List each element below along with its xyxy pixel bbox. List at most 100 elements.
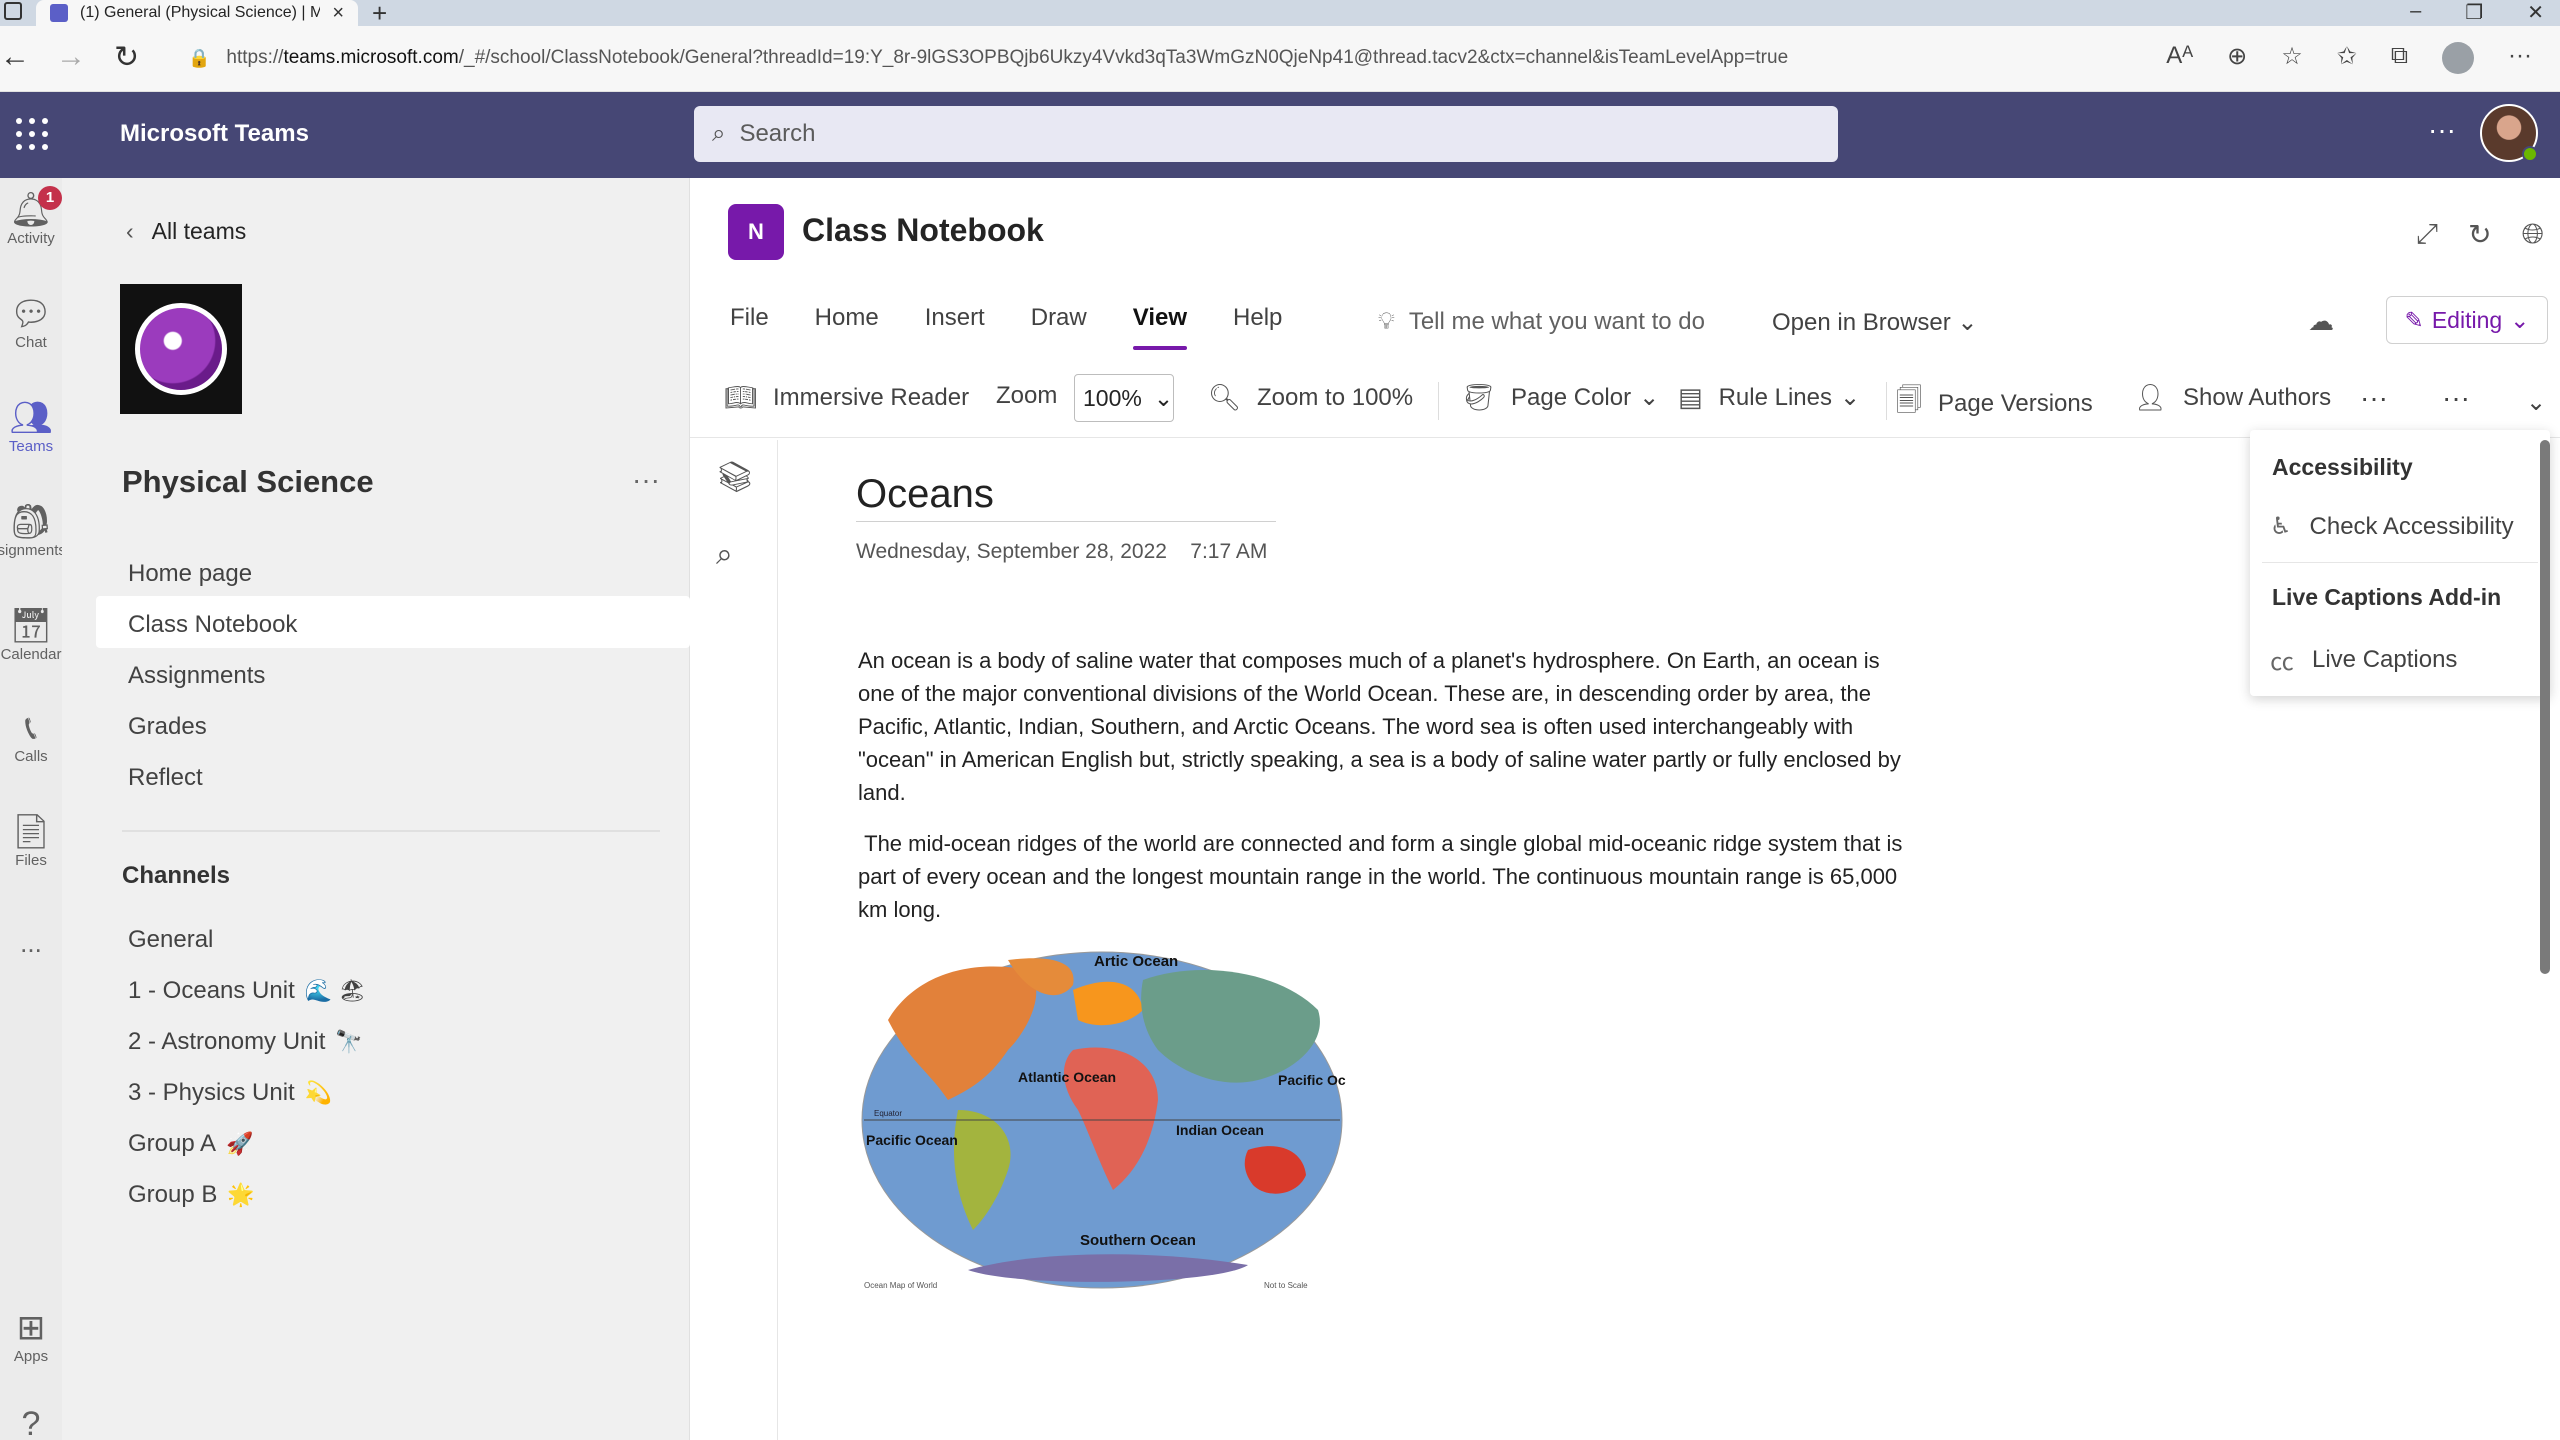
- add-favorite-icon[interactable]: ☆: [2281, 42, 2303, 74]
- rail-item-calls[interactable]: 📞︎ Calls: [0, 708, 62, 765]
- chat-icon: 💬︎: [9, 295, 53, 333]
- rail-more-apps[interactable]: ...: [0, 928, 62, 959]
- app-name: Microsoft Teams: [120, 120, 309, 147]
- window-menu-icon[interactable]: [4, 2, 22, 20]
- chevron-left-icon: ‹: [126, 218, 134, 244]
- page-search-icon[interactable]: ⌕: [716, 538, 733, 572]
- rule-lines-button[interactable]: ▤ Rule Lines ⌄: [1678, 382, 1860, 413]
- team-more-options-icon[interactable]: ···: [632, 464, 660, 496]
- restore-icon[interactable]: ❐: [2465, 0, 2483, 25]
- tell-me-search[interactable]: 💡︎ Tell me what you want to do: [1378, 308, 1705, 336]
- settings-more-icon[interactable]: ···: [2428, 114, 2456, 146]
- tab-help[interactable]: Help: [1233, 304, 1282, 344]
- reload-icon[interactable]: ↻: [114, 40, 139, 75]
- teams-favicon-icon: [50, 4, 68, 22]
- help-button[interactable]: ?: [0, 1404, 62, 1440]
- immersive-reader-button[interactable]: 📖︎ Immersive Reader: [724, 382, 969, 413]
- page-scrollbar[interactable]: [2540, 440, 2550, 974]
- more-commands-icon[interactable]: ···: [2360, 382, 2388, 414]
- channel-name: 2 - Astronomy Unit: [128, 1028, 326, 1055]
- channel-physics-unit[interactable]: 3 - Physics Unit 💫: [128, 1079, 332, 1107]
- nav-grades[interactable]: Grades: [128, 713, 207, 741]
- channel-general[interactable]: General: [128, 926, 213, 954]
- zoom-icon[interactable]: ⊕: [2227, 42, 2247, 74]
- tab-home[interactable]: Home: [815, 304, 879, 344]
- new-tab-button[interactable]: +: [372, 0, 387, 29]
- browser-menu-icon[interactable]: ···: [2508, 42, 2532, 74]
- show-authors-button[interactable]: 👤︎ Show Authors: [2134, 382, 2331, 413]
- rail-item-apps[interactable]: ⊞ Apps: [0, 1308, 62, 1365]
- rail-label: Calls: [14, 748, 48, 765]
- map-label-equator: Equator: [874, 1109, 902, 1118]
- check-accessibility-menu-item[interactable]: ♿︎ Check Accessibility: [2270, 512, 2514, 541]
- app-launcher-icon[interactable]: [16, 118, 48, 150]
- channel-oceans-unit[interactable]: 1 - Oceans Unit 🌊 🏖: [128, 977, 366, 1005]
- tab-view[interactable]: View: [1132, 304, 1188, 350]
- nav-home-page[interactable]: Home page: [128, 560, 252, 588]
- open-in-browser-button[interactable]: Open in Browser ⌄: [1772, 308, 1978, 337]
- browser-tab[interactable]: (1) General (Physical Science) | M ×: [36, 0, 358, 26]
- nav-class-notebook[interactable]: Class Notebook: [128, 611, 297, 639]
- map-label-atlantic: Atlantic Ocean: [1018, 1069, 1116, 1085]
- editing-mode-button[interactable]: ✎ Editing ⌄: [2386, 296, 2548, 344]
- page-color-button[interactable]: 🪣︎ Page Color ⌄: [1462, 382, 1659, 413]
- rail-item-teams[interactable]: 👥︎ Teams: [0, 398, 62, 455]
- avatar[interactable]: [2480, 104, 2538, 162]
- tab-insert[interactable]: Insert: [925, 304, 985, 344]
- page-versions-button[interactable]: 🗐 Page Versions: [1896, 382, 2093, 426]
- team-logo: [120, 284, 242, 414]
- expand-icon[interactable]: ⤢: [2416, 218, 2438, 251]
- overflow-dropdown-menu: Accessibility ♿︎ Check Accessibility Live…: [2250, 430, 2550, 696]
- notebook-library-icon[interactable]: 📚︎: [716, 460, 754, 495]
- tab-draw[interactable]: Draw: [1031, 304, 1087, 344]
- ribbon-tabs: File Home Insert Draw View Help: [730, 304, 1282, 350]
- search-input[interactable]: ⌕ Search: [694, 106, 1838, 162]
- browser-address-bar: ← → ↻ 🔒 https://teams.microsoft.com/_#/s…: [0, 26, 2560, 92]
- window-close-icon[interactable]: ✕: [2527, 0, 2544, 25]
- tab-file[interactable]: File: [730, 304, 769, 344]
- page-time-text: 7:17 AM: [1190, 540, 1268, 563]
- back-icon[interactable]: ←: [0, 40, 30, 74]
- rail-item-activity[interactable]: 🔔︎ 1 Activity: [0, 186, 62, 247]
- browser-profile-icon[interactable]: [2442, 42, 2475, 74]
- close-tab-icon[interactable]: ×: [332, 2, 344, 25]
- rail-item-assignments[interactable]: 🎒︎ Assignments: [0, 502, 62, 559]
- zoom-to-100-button[interactable]: 🔍︎ Zoom to 100%: [1208, 382, 1413, 413]
- url-field[interactable]: 🔒 https://teams.microsoft.com/_#/school/…: [168, 38, 2148, 78]
- app-rail: 🔔︎ 1 Activity 💬︎ Chat 👥︎ Teams 🎒︎ Assign…: [0, 178, 62, 1440]
- read-aloud-icon[interactable]: Aᴬ: [2166, 42, 2193, 74]
- channel-astronomy-unit[interactable]: 2 - Astronomy Unit 🔭: [128, 1028, 363, 1056]
- minimize-icon[interactable]: –: [2410, 0, 2421, 25]
- channel-group-a[interactable]: Group A 🚀: [128, 1130, 253, 1158]
- rail-item-calendar[interactable]: 📅︎ Calendar: [0, 606, 62, 663]
- collections-icon[interactable]: ⧉: [2391, 42, 2408, 74]
- sync-status-icon[interactable]: ☁: [2308, 306, 2334, 337]
- paragraph-ocean-definition[interactable]: An ocean is a body of saline water that …: [858, 644, 1918, 809]
- refresh-icon[interactable]: ↻: [2468, 218, 2491, 251]
- rail-label: Teams: [8, 438, 54, 455]
- forward-icon[interactable]: →: [56, 40, 86, 74]
- nav-assignments[interactable]: Assignments: [128, 662, 265, 690]
- live-captions-menu-item[interactable]: ㏄ Live Captions: [2270, 642, 2457, 677]
- globe-icon[interactable]: 🌐︎: [2522, 218, 2544, 251]
- nav-reflect[interactable]: Reflect: [128, 764, 203, 792]
- presence-available-icon: [2522, 146, 2538, 162]
- live-captions-label: Live Captions: [2312, 645, 2458, 673]
- collapse-ribbon-icon[interactable]: ⌄: [2526, 388, 2546, 417]
- channels-header: Channels: [122, 862, 231, 889]
- rule-lines-label: Rule Lines: [1718, 383, 1832, 411]
- ocean-map-image[interactable]: Equator Artic Ocean Atlantic Ocean Pacif…: [858, 950, 1346, 1290]
- favorites-icon[interactable]: ✩: [2337, 42, 2357, 74]
- overflow-menu-icon[interactable]: ···: [2442, 382, 2470, 414]
- telescope-emoji-icon: 🔭: [335, 1029, 363, 1054]
- all-teams-link[interactable]: ‹ All teams: [126, 218, 246, 245]
- rail-label: Assignments: [0, 542, 62, 559]
- rail-item-chat[interactable]: 💬︎ Chat: [0, 294, 62, 351]
- zoom-select[interactable]: 100% ⌄: [1074, 374, 1174, 422]
- rail-item-files[interactable]: 📄︎ Files: [0, 812, 62, 869]
- map-caption-right: Not to Scale: [1264, 1281, 1308, 1290]
- more-icon: ...: [20, 928, 42, 958]
- channel-group-b[interactable]: Group B 🌟: [128, 1181, 255, 1209]
- page-title[interactable]: Oceans: [856, 472, 1276, 522]
- paragraph-mid-ocean-ridges[interactable]: The mid-ocean ridges of the world are co…: [858, 827, 1918, 926]
